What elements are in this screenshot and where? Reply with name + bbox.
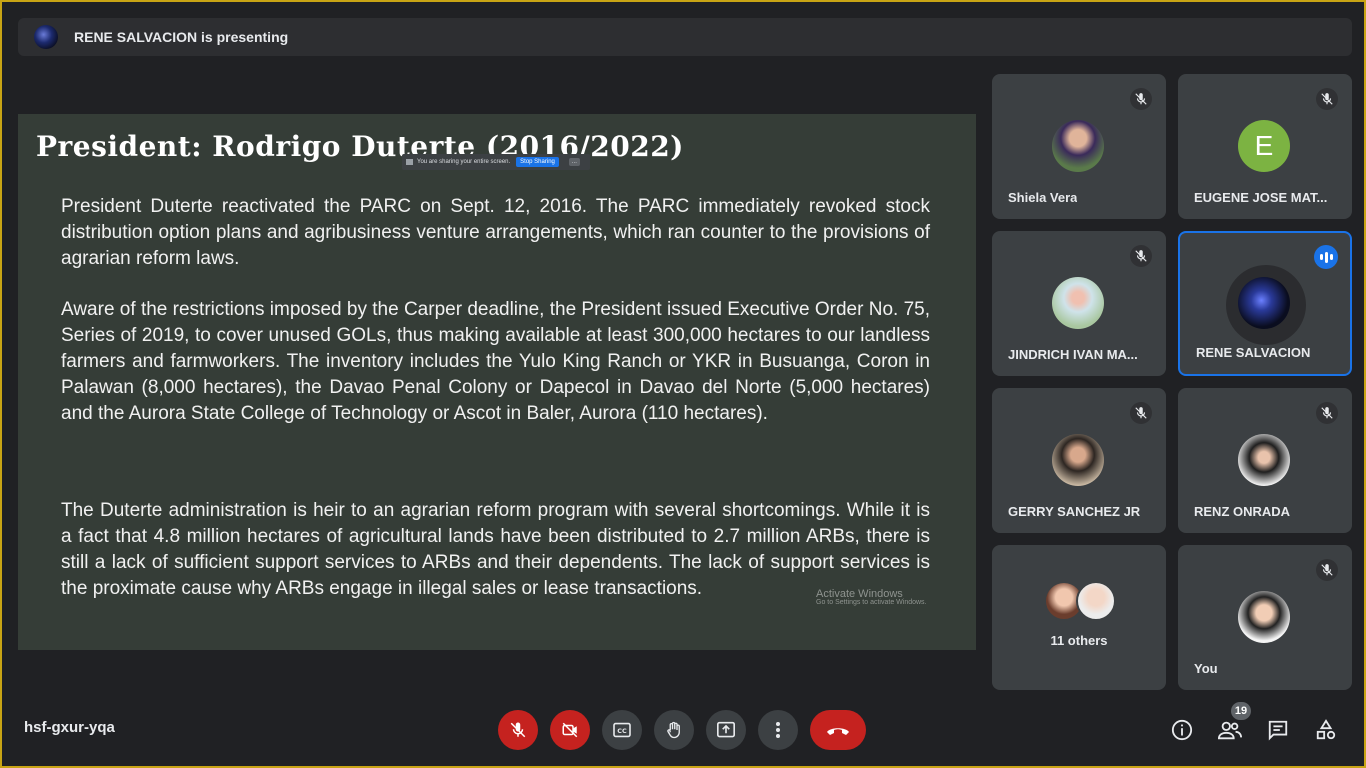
avatar — [1052, 277, 1104, 329]
people-icon — [1218, 721, 1242, 740]
participant-tile-rene-salvacion[interactable]: RENE SALVACION — [1178, 231, 1352, 376]
captions-button[interactable]: CC — [602, 710, 642, 750]
raise-hand-button[interactable] — [654, 710, 694, 750]
others-tile[interactable]: 11 others — [992, 545, 1166, 690]
people-button[interactable] — [1216, 716, 1244, 744]
mic-off-icon — [1316, 88, 1338, 110]
participant-tile-you[interactable]: You — [1178, 545, 1352, 690]
avatar — [1052, 434, 1104, 486]
presenting-label: RENE SALVACION is presenting — [74, 29, 289, 45]
watermark-line2: Go to Settings to activate Windows. — [816, 599, 927, 606]
share-screen-icon — [406, 159, 413, 165]
participant-name: JINDRICH IVAN MA... — [1008, 347, 1138, 362]
mic-off-icon — [1130, 88, 1152, 110]
participant-name: Shiela Vera — [1008, 190, 1078, 205]
participant-tile-eugene[interactable]: E EUGENE JOSE MAT... — [1178, 74, 1352, 219]
avatar — [1076, 581, 1116, 621]
slide-paragraph: The Duterte administration is heir to an… — [61, 500, 930, 599]
mic-off-icon — [1316, 402, 1338, 424]
leave-call-icon — [827, 728, 849, 735]
mic-off-icon — [1130, 402, 1152, 424]
participant-tile-renz[interactable]: RENZ ONRADA — [1178, 388, 1352, 533]
activities-button[interactable] — [1312, 716, 1340, 744]
chat-button[interactable] — [1264, 716, 1292, 744]
avatar — [1238, 591, 1290, 643]
others-count-label: 11 others — [1050, 633, 1108, 648]
presenter-avatar — [34, 25, 58, 49]
meeting-code: hsf-gxur-yqa — [24, 719, 115, 736]
slide-paragraph: Aware of the restrictions imposed by the… — [61, 299, 930, 424]
avatar: E — [1238, 120, 1290, 172]
leave-call-button[interactable] — [810, 710, 866, 750]
participant-name: You — [1194, 661, 1218, 676]
info-icon — [1171, 719, 1193, 741]
avatar — [1052, 120, 1104, 172]
participant-name: EUGENE JOSE MAT... — [1194, 190, 1328, 205]
more-options-button[interactable] — [758, 710, 798, 750]
raise-hand-icon — [667, 721, 680, 739]
others-avatars — [1044, 581, 1124, 621]
svg-text:CC: CC — [617, 727, 627, 735]
activities-icon — [1316, 719, 1336, 740]
speaking-indicator-icon — [1314, 245, 1338, 269]
share-bar-more-button[interactable]: ... — [568, 158, 580, 166]
mic-off-icon — [1130, 245, 1152, 267]
avatar — [1238, 434, 1290, 486]
screen-share-bar: You are sharing your entire screen. Stop… — [402, 154, 590, 170]
mic-off-icon — [1316, 559, 1338, 581]
participant-tile-gerry[interactable]: GERRY SANCHEZ JR — [992, 388, 1166, 533]
participant-tile-jindrich[interactable]: JINDRICH IVAN MA... — [992, 231, 1166, 376]
chat-icon — [1268, 720, 1288, 741]
mic-off-icon — [510, 722, 526, 738]
participant-name: RENZ ONRADA — [1194, 504, 1291, 519]
shared-screen: President: Rodrigo Duterte (2016/2022) Y… — [18, 114, 976, 650]
participant-tile-shiela-vera[interactable]: Shiela Vera — [992, 74, 1166, 219]
mic-toggle-button[interactable] — [498, 710, 538, 750]
avatar — [1238, 277, 1290, 329]
camera-off-icon — [562, 722, 578, 738]
participant-name: RENE SALVACION — [1196, 345, 1311, 360]
share-bar-text: You are sharing your entire screen. — [417, 159, 511, 165]
presenting-banner: RENE SALVACION is presenting — [18, 18, 1352, 56]
activate-windows-watermark: Activate Windows Go to Settings to activ… — [816, 588, 927, 606]
captions-icon: CC — [613, 722, 631, 738]
present-button[interactable] — [706, 710, 746, 750]
camera-toggle-button[interactable] — [550, 710, 590, 750]
people-count-badge: 19 — [1231, 702, 1251, 720]
slide-paragraph: President Duterte reactivated the PARC o… — [61, 196, 930, 269]
participant-name: GERRY SANCHEZ JR — [1008, 504, 1141, 519]
more-options-icon — [776, 722, 780, 738]
present-icon — [717, 721, 735, 738]
meeting-info-button[interactable] — [1168, 716, 1196, 744]
stop-sharing-button[interactable]: Stop Sharing — [516, 157, 559, 167]
